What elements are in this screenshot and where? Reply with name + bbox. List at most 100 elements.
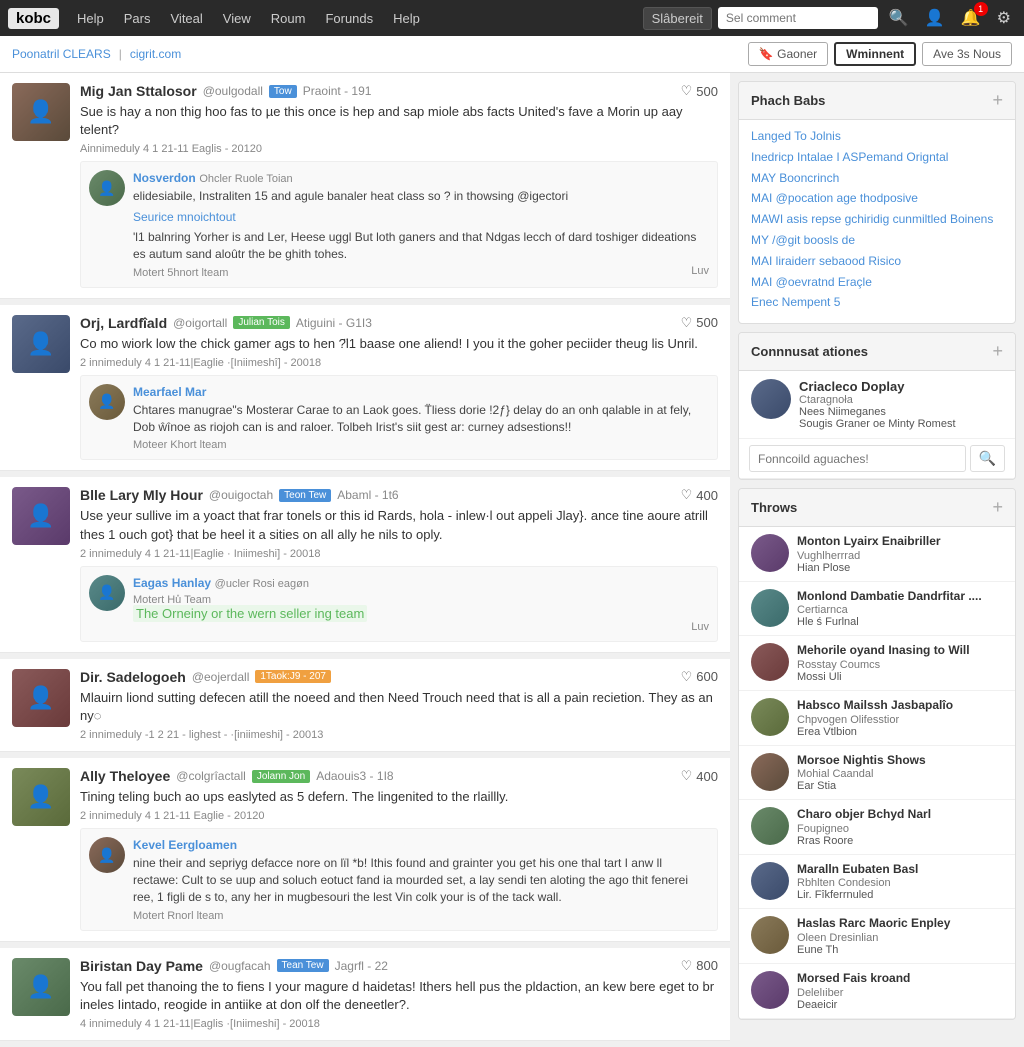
phach-link-1[interactable]: Inedricp Intalae I ASPemand Origntal xyxy=(751,149,1003,166)
top-navigation: kobc Help Pars Viteal View Roum Forunds … xyxy=(0,0,1024,36)
nested-sub-username: Seurice mnoichtout xyxy=(133,209,709,226)
nav-item-forunds[interactable]: Forunds xyxy=(317,7,381,30)
post-text: Tining teling buch ao ups easlyted as 5 … xyxy=(80,788,718,806)
post-header: Mig Jan Sttalosor @oulgodall Tow Praoint… xyxy=(80,83,718,99)
post-avatar: 👤 xyxy=(12,315,70,373)
throw-detail: Hian Plose xyxy=(797,562,1003,574)
nested-handle: @ucler Rosi eagøn xyxy=(215,578,309,590)
nested-username[interactable]: Eagas Hanlay xyxy=(133,576,211,590)
throw-item[interactable]: Habsco Mailssh Jasbapalîo Chpvogen Olife… xyxy=(739,691,1015,746)
throw-item[interactable]: Monlond Dambatie Dandrfitar .... Certiar… xyxy=(739,582,1015,637)
throw-avatar xyxy=(751,916,789,954)
throw-info: Mehorile oyand Inasing to Will Rosstay C… xyxy=(797,643,1003,683)
heart-icon: ♡ xyxy=(681,958,693,974)
nested-content: Nosverdon Ohcler Ruole Toian elidesiabil… xyxy=(133,170,709,278)
phach-link-0[interactable]: Langed To Jolnis xyxy=(751,128,1003,145)
post-username[interactable]: Mig Jan Sttalosor xyxy=(80,83,197,99)
throw-item[interactable]: Mehorile oyand Inasing to Will Rosstay C… xyxy=(739,636,1015,691)
post-header: Blle Lary Mly Hour @ouigoctah Teon Tew A… xyxy=(80,487,718,503)
post-meta: Jagrfl - 22 xyxy=(335,959,388,973)
profile-name-link[interactable]: Poonatril CLEARS xyxy=(12,47,111,61)
ave-button[interactable]: Ave 3s Nous xyxy=(922,42,1012,66)
post-header: Biristan Day Pame @ougfacah Tean Tew Jag… xyxy=(80,958,718,974)
profile-bar: Poonatril CLEARS | cigrit.com 🔖 Gaoner W… xyxy=(0,36,1024,73)
throws-add-btn[interactable]: + xyxy=(992,497,1003,518)
post-avatar: 👤 xyxy=(12,83,70,141)
post-handle: @ouigoctah xyxy=(209,488,273,502)
post-handle: @colgrîactall xyxy=(176,769,246,783)
nested-username[interactable]: Nosverdon xyxy=(133,171,196,185)
post-avatar: 👤 xyxy=(12,487,70,545)
site-logo[interactable]: kobc xyxy=(8,8,59,29)
throw-item[interactable]: Charo objer Bchyd Narl Foupigneo Rras Ro… xyxy=(739,800,1015,855)
conversations-add-btn[interactable]: + xyxy=(992,341,1003,362)
search-dropdown-btn[interactable]: Slâbereit xyxy=(643,7,712,30)
post-badge: Jolann Jon xyxy=(252,770,310,783)
throw-item[interactable]: Morsed Fais kroand Delelıiber Deaeicir xyxy=(739,964,1015,1019)
phach-link-7[interactable]: MAI @oevratnd Eraçle xyxy=(751,274,1003,291)
post-handle: @oigortall xyxy=(173,316,227,330)
throw-name: Morsed Fais kroand xyxy=(797,971,1003,987)
nested-body: Chtares manugrae"s Mosterar Carae to an … xyxy=(133,402,709,436)
nested-post: 👤 Eagas Hanlay @ucler Rosi eagøn Motert … xyxy=(80,566,718,642)
post-username[interactable]: Orj, Lardfîald xyxy=(80,315,167,331)
conv-search-area: 🔍 xyxy=(739,439,1015,479)
post-body-area: Ally Theloyee @colgrîactall Jolann Jon A… xyxy=(80,768,718,931)
throw-item[interactable]: Haslas Rarc Maoric Enpley Oleen Dresinli… xyxy=(739,909,1015,964)
phach-babs-add-btn[interactable]: + xyxy=(992,90,1003,111)
post-item: 👤 Ally Theloyee @colgrîactall Jolann Jon… xyxy=(0,758,730,942)
post-score: ♡ 500 xyxy=(681,83,718,99)
throw-sub: Certiarnca xyxy=(797,604,1003,616)
throw-item[interactable]: Morsoe Nightis Shows Mohial Caandal Ear … xyxy=(739,746,1015,801)
post-username[interactable]: Ally Theloyee xyxy=(80,768,170,784)
throw-item[interactable]: Maralln Eubaten Basl Rbhlten Condesion L… xyxy=(739,855,1015,910)
throw-detail: Ear Stia xyxy=(797,780,1003,792)
post-handle: @oulgodall xyxy=(203,84,263,98)
conv-detail2: Sougis Graner oe Minty Romest xyxy=(799,418,1003,430)
post-username[interactable]: Biristan Day Pame xyxy=(80,958,203,974)
post-username[interactable]: Dir. Sadelogoeh xyxy=(80,669,186,685)
profile-handle-link[interactable]: cigrit.com xyxy=(130,47,181,61)
conversations-box: Connnusat ationes + Criacleco Doplay Cta… xyxy=(738,332,1016,480)
nested-username[interactable]: Mearfael Mar xyxy=(133,385,206,399)
phach-link-4[interactable]: MAWI asis repse gchiridig cunmiltled Boi… xyxy=(751,211,1003,228)
nav-item-pars[interactable]: Pars xyxy=(116,7,159,30)
user-icon[interactable]: 👤 xyxy=(920,6,950,30)
nested-avatar: 👤 xyxy=(89,575,125,611)
post-meta: Abaml - 1t6 xyxy=(337,488,398,502)
nested-like: Luv xyxy=(691,621,709,633)
nav-item-help2[interactable]: Help xyxy=(385,7,428,30)
nav-item-help1[interactable]: Help xyxy=(69,7,112,30)
notification-icon[interactable]: 🔔1 xyxy=(956,6,986,30)
nav-item-viteal[interactable]: Viteal xyxy=(163,7,211,30)
post-username[interactable]: Blle Lary Mly Hour xyxy=(80,487,203,503)
nav-item-view[interactable]: View xyxy=(215,7,259,30)
nested-handle: Ohcler Ruole Toian xyxy=(199,173,292,185)
post-timestamp: 4 innimeduly 4 1 21-11|Eaglis ·[Iniimesh… xyxy=(80,1018,718,1030)
phach-link-2[interactable]: MAY Booncrinch xyxy=(751,170,1003,187)
post-item: 👤 Mig Jan Sttalosor @oulgodall Tow Praoi… xyxy=(0,73,730,299)
conv-search-input[interactable] xyxy=(749,445,966,472)
nested-sub-footer: Motert Hu̎ Team xyxy=(133,594,709,606)
search-icon[interactable]: 🔍 xyxy=(884,6,914,30)
nav-item-roum[interactable]: Roum xyxy=(263,7,314,30)
conv-search-btn[interactable]: 🔍 xyxy=(970,445,1005,472)
post-score: ♡ 600 xyxy=(681,669,718,685)
throw-avatar xyxy=(751,753,789,791)
phach-link-8[interactable]: Enec Nempent 5 xyxy=(751,294,1003,311)
conv-detail: Nees Niimeganes xyxy=(799,406,1003,418)
conversations-header: Connnusat ationes + xyxy=(739,333,1015,371)
phach-link-5[interactable]: MY /@git boosls de xyxy=(751,232,1003,249)
search-input[interactable] xyxy=(718,7,878,29)
throw-avatar xyxy=(751,971,789,1009)
message-button[interactable]: Wminnent xyxy=(834,42,916,66)
conversation-item[interactable]: Criacleco Doplay Ctaragnoła Nees Niimega… xyxy=(739,371,1015,439)
throw-item[interactable]: Monton Lyairx Enaibriller Vughlherrrad H… xyxy=(739,527,1015,582)
nested-username[interactable]: Kevel Eergloamen xyxy=(133,838,237,852)
settings-icon[interactable]: ⚙ xyxy=(992,6,1016,30)
phach-link-6[interactable]: MAI liraiderr sebaood Risico xyxy=(751,253,1003,270)
conv-avatar xyxy=(751,379,791,419)
follow-button[interactable]: 🔖 Gaoner xyxy=(748,42,828,66)
post-badge: 1Taok:J9 - 207 xyxy=(255,670,331,683)
phach-link-3[interactable]: MAI @pocation age thodposive xyxy=(751,190,1003,207)
